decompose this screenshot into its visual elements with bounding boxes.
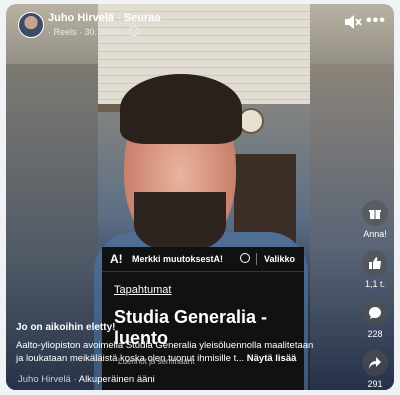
reel-video[interactable]: Juho Hirvelä · Seuraa · Reels · 30. touk… xyxy=(6,4,394,390)
caption-body: Aalto-yliopiston avoimella Studia Genera… xyxy=(16,339,346,365)
thumbs-up-icon xyxy=(369,257,381,269)
website-logo: A! xyxy=(110,252,123,266)
globe-icon xyxy=(129,26,140,36)
video-person-beard xyxy=(134,192,226,252)
share-count: 291 xyxy=(367,379,383,389)
author-name[interactable]: Juho Hirvelä xyxy=(48,12,114,24)
website-navbar: A! Merkki muutoksestA! Valikko xyxy=(102,247,304,272)
website-section-link: Tapahtumat xyxy=(114,284,172,296)
author-line: Juho Hirvelä · Seuraa xyxy=(48,12,161,24)
reel-header: Juho Hirvelä · Seuraa · Reels · 30. touk… xyxy=(6,4,394,44)
audio-track: Alkuperäinen ääni xyxy=(78,374,155,385)
audio-attribution[interactable]: Juho Hirvelä · Alkuperäinen ääni xyxy=(18,374,155,385)
caption-line-1: Aalto-yliopiston avoimella Studia Genera… xyxy=(16,340,314,351)
website-menu-label: Valikko xyxy=(264,254,296,264)
more-icon[interactable]: ••• xyxy=(366,12,386,30)
author-separator: · xyxy=(114,12,124,24)
video-person-hair xyxy=(120,74,242,144)
like-count: 1,1 t. xyxy=(364,279,385,289)
follow-button[interactable]: Seuraa xyxy=(124,12,161,24)
post-meta-text: · Reels · 30. touko · xyxy=(48,27,128,37)
gift-label: Anna! xyxy=(363,229,387,239)
audio-separator: · xyxy=(70,374,79,385)
post-meta: · Reels · 30. touko · xyxy=(48,26,140,37)
see-more-link[interactable]: Näytä lisää xyxy=(247,353,297,364)
reel-caption: Jo on aikoihin eletty! Aalto-yliopiston … xyxy=(16,322,346,365)
website-announcement: Merkki muutoksestA! xyxy=(132,254,224,264)
gift-icon xyxy=(369,210,381,219)
search-icon xyxy=(240,253,250,263)
website-screenshot: A! Merkki muutoksestA! Valikko Tapahtuma… xyxy=(102,247,304,390)
audio-artist: Juho Hirvelä xyxy=(18,374,71,385)
comment-count: 228 xyxy=(367,329,383,339)
avatar[interactable] xyxy=(18,12,44,38)
gift-button[interactable]: Anna! xyxy=(356,200,394,239)
website-divider xyxy=(256,253,257,265)
comment-button[interactable]: 228 xyxy=(356,300,394,339)
speaker-muted-icon[interactable] xyxy=(344,14,362,30)
comment-icon xyxy=(369,307,381,319)
share-icon xyxy=(369,357,381,369)
like-button[interactable]: 1,1 t. xyxy=(356,250,394,289)
caption-title: Jo on aikoihin eletty! xyxy=(16,322,116,333)
caption-line-2: ja loukataan meikäläistä koska olen tuon… xyxy=(16,353,245,364)
share-button[interactable]: 291 xyxy=(356,350,394,389)
